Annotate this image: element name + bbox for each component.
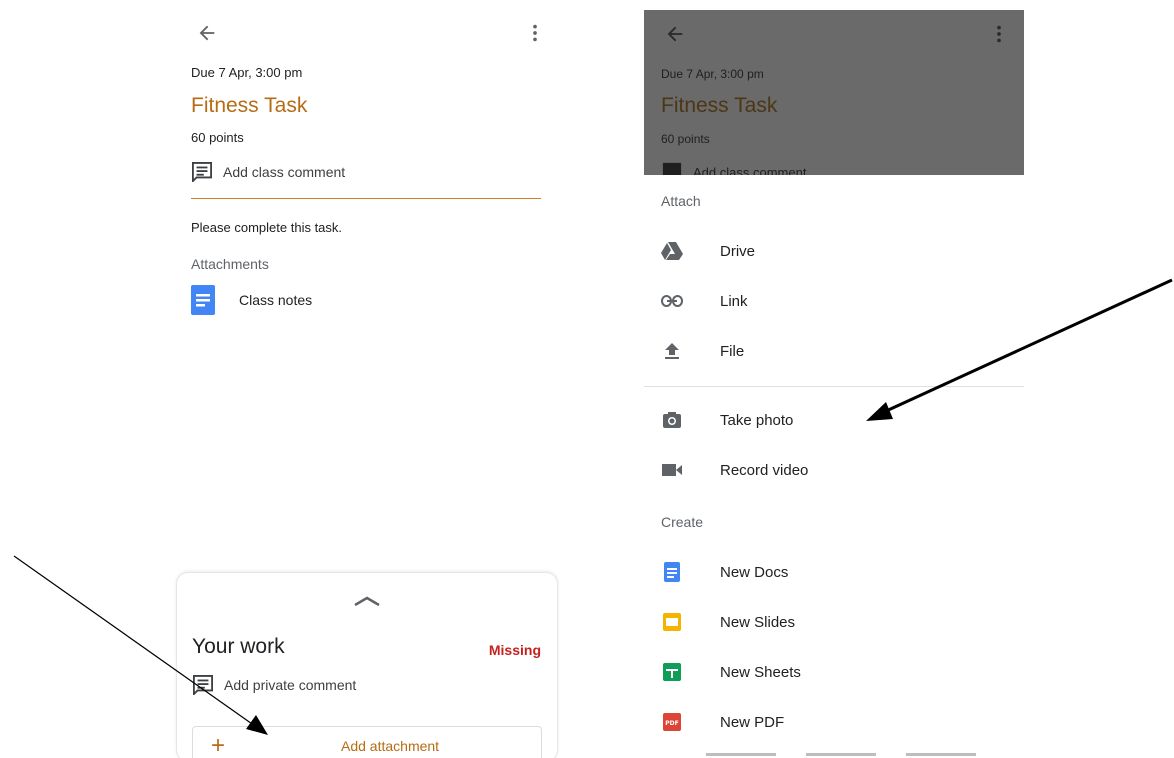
assignment-title: Fitness Task: [661, 94, 778, 117]
create-option-slides[interactable]: New Slides: [661, 607, 795, 637]
camera-icon: [661, 409, 683, 431]
attach-option-label: File: [720, 342, 745, 360]
more-vert-icon: [997, 25, 1001, 43]
attachments-heading: Attachments: [191, 256, 269, 272]
attachment-label: Class notes: [239, 292, 313, 308]
svg-text:PDF: PDF: [665, 720, 678, 727]
attach-option-link[interactable]: Link: [661, 286, 748, 316]
comment-icon: [193, 675, 213, 695]
divider: [191, 198, 541, 199]
slides-icon: [661, 611, 683, 633]
instructions-text: Please complete this task.: [191, 220, 343, 235]
plus-icon: +: [211, 732, 226, 758]
attach-option-label: Link: [720, 292, 748, 310]
points-value: 60 points: [661, 132, 710, 146]
upload-icon: [661, 340, 683, 362]
drive-icon: [661, 240, 683, 262]
attach-option-label: Take photo: [720, 411, 794, 429]
attach-option-drive[interactable]: Drive: [661, 236, 755, 266]
sheets-icon: [661, 661, 683, 683]
attach-option-label: Record video: [720, 461, 809, 479]
create-option-pdf[interactable]: PDF New PDF: [661, 707, 784, 737]
add-private-comment-button[interactable]: Add private comment: [192, 675, 356, 695]
nav-button[interactable]: [706, 753, 776, 756]
add-class-comment-label: Add class comment: [693, 164, 807, 176]
create-option-label: New Slides: [720, 613, 796, 631]
attach-heading: Attach: [661, 193, 701, 209]
add-class-comment-label: Add class comment: [223, 164, 346, 180]
assignment-title: Fitness Task: [191, 94, 308, 117]
due-date: Due 7 Apr, 3:00 pm: [191, 65, 303, 80]
back-arrow-icon[interactable]: [196, 22, 218, 44]
create-option-docs[interactable]: New Docs: [661, 557, 788, 587]
attach-option-file[interactable]: File: [661, 336, 744, 366]
add-class-comment-button[interactable]: Add class comment: [191, 162, 345, 182]
nav-button[interactable]: [806, 753, 876, 756]
create-option-label: New Docs: [720, 563, 789, 581]
link-icon: [661, 290, 683, 312]
status-badge: Missing: [488, 642, 541, 658]
chevron-up-icon[interactable]: [353, 595, 381, 607]
back-arrow-icon: [667, 26, 683, 42]
attach-option-label: Drive: [720, 242, 756, 260]
docs-icon: [661, 561, 683, 583]
attach-option-record-video[interactable]: Record video: [661, 455, 808, 485]
your-work-panel: Your work Missing Add private comment + …: [176, 572, 558, 758]
comment-icon: [192, 162, 212, 182]
navigation-bar: [706, 753, 976, 756]
create-option-sheets[interactable]: New Sheets: [661, 657, 801, 687]
create-option-label: New Sheets: [720, 663, 801, 681]
attach-option-take-photo[interactable]: Take photo: [661, 405, 793, 435]
assignment-screen: Due 7 Apr, 3:00 pm Fitness Task 60 point…: [176, 0, 560, 758]
docs-icon: [191, 285, 215, 315]
more-vert-icon[interactable]: [530, 22, 540, 44]
add-private-comment-label: Add private comment: [224, 677, 357, 693]
comment-icon: [662, 162, 682, 175]
video-icon: [661, 459, 683, 481]
attachment-class-notes[interactable]: Class notes: [191, 285, 312, 315]
attach-sheet-screen: Due 7 Apr, 3:00 pm Fitness Task 60 point…: [644, 10, 1024, 758]
add-class-comment-button: Add class comment: [661, 162, 806, 175]
pdf-icon: PDF: [661, 711, 683, 733]
nav-button[interactable]: [906, 753, 976, 756]
create-option-label: New PDF: [720, 713, 785, 731]
add-attachment-button[interactable]: + Add attachment: [192, 726, 542, 758]
create-heading: Create: [661, 514, 704, 530]
points-value: 60 points: [191, 130, 244, 145]
dimmed-background[interactable]: Due 7 Apr, 3:00 pm Fitness Task 60 point…: [644, 10, 1024, 175]
due-date: Due 7 Apr, 3:00 pm: [661, 67, 764, 81]
attach-bottom-sheet: Attach Drive Link File Take photo Record…: [644, 175, 1024, 758]
divider: [644, 386, 1024, 387]
your-work-title: Your work: [192, 635, 285, 658]
add-attachment-label: Add attachment: [341, 738, 440, 754]
